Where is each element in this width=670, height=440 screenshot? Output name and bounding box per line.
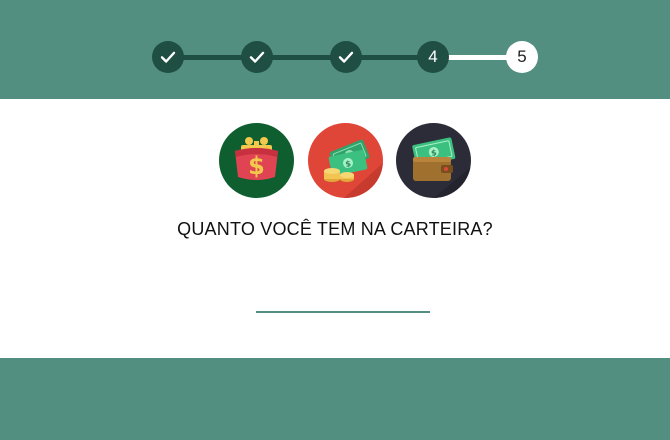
progress-stepper: 4 5 — [0, 0, 670, 99]
step-2 — [241, 41, 273, 73]
step-3 — [330, 41, 362, 73]
check-icon — [160, 51, 176, 63]
footer-bar — [0, 358, 670, 440]
check-icon — [249, 51, 265, 63]
question-title: QUANTO VOCÊ TEM NA CARTEIRA? — [177, 219, 493, 239]
check-icon — [338, 51, 354, 63]
amount-input[interactable] — [256, 279, 430, 313]
step-number: 4 — [428, 47, 438, 66]
step-5: 5 — [506, 41, 538, 73]
cash-and-coins-icon: $ — [308, 123, 383, 198]
coin-purse-icon: $ — [219, 123, 294, 198]
step-1 — [152, 41, 184, 73]
step-number: 5 — [517, 47, 527, 66]
svg-text:$: $ — [248, 152, 265, 180]
step-connector — [168, 55, 433, 60]
step-4: 4 — [417, 41, 449, 73]
question-panel: $ $ $ QUANTO VOCÊ TEM NA CARTEIRA? — [0, 99, 670, 358]
wallet-with-cash-icon: $ — [396, 123, 471, 198]
header-bar: 4 5 — [0, 0, 670, 99]
